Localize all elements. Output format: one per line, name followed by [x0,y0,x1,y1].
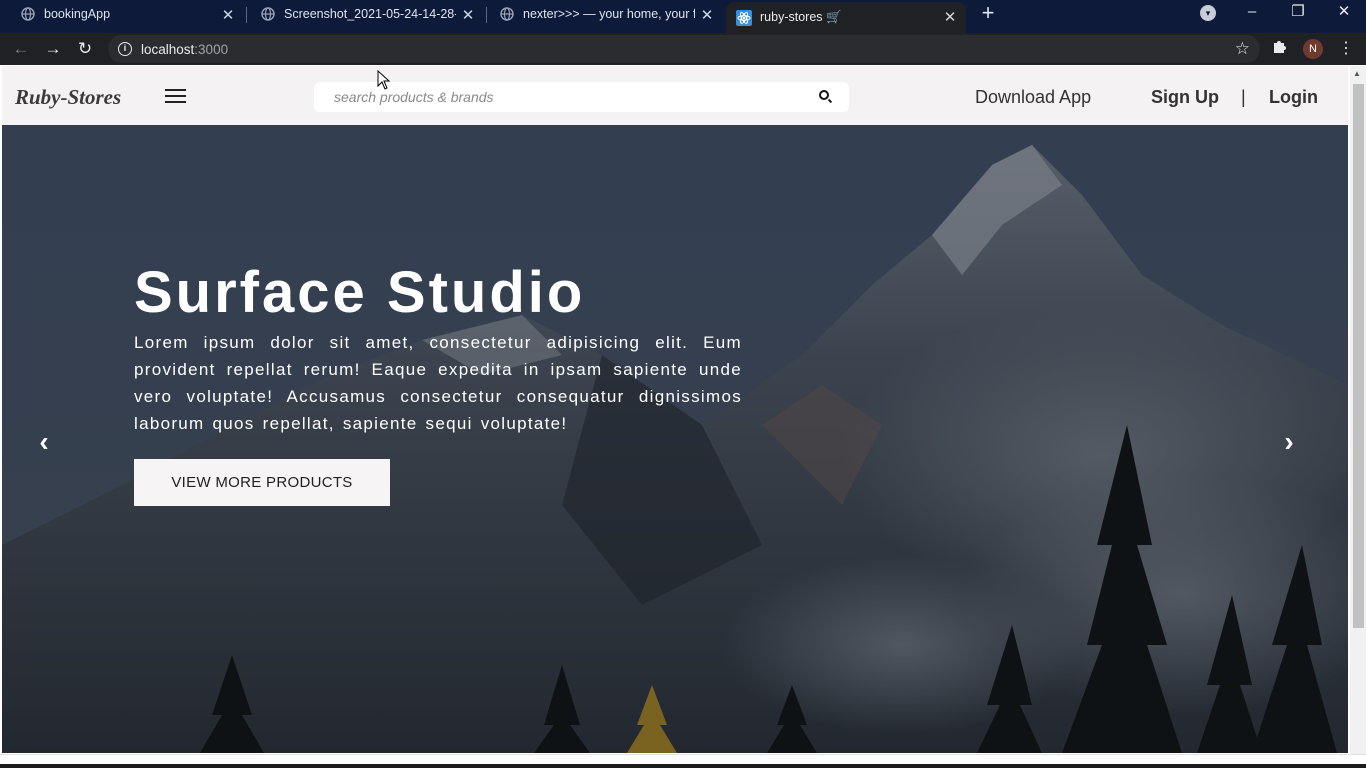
chevron-left-icon[interactable]: ‹ [32,428,56,456]
site-logo[interactable]: Ruby-Stores [15,85,121,110]
url-host: localhost [141,42,195,57]
login-link[interactable]: Login [1269,87,1318,108]
reload-icon[interactable]: ↻ [74,38,96,60]
search-box [314,82,849,112]
window-bottom-edge [0,764,1366,768]
scrollbar-thumb[interactable] [1353,84,1364,628]
close-tab-icon[interactable]: ✕ [942,8,958,26]
forward-icon[interactable]: → [42,38,64,60]
tab-search-icon[interactable]: ▾ [1200,5,1216,21]
tab-title: nexter>>> — your home, your fr [523,7,695,21]
tab-title: Screenshot_2021-05-24-14-28-3 [284,7,456,21]
hero-title: Surface Studio [134,260,586,325]
scroll-up-arrow-icon[interactable]: ▲ [1353,69,1361,78]
hero-carousel: Surface Studio Lorem ipsum dolor sit ame… [2,125,1348,753]
address-bar[interactable]: i localhost:3000 ☆ [108,35,1260,63]
mouse-cursor-icon [377,70,391,90]
view-more-products-button[interactable]: VIEW MORE PRODUCTS [134,459,390,506]
site-header: Ruby-Stores Download App Sign Up | Login [2,66,1348,125]
extensions-puzzle-icon[interactable] [1271,38,1289,58]
mountain-background-image [2,125,1348,753]
search-input[interactable] [334,88,804,106]
back-icon[interactable]: ← [10,38,32,60]
globe-icon [260,6,276,22]
bookmark-star-icon[interactable]: ☆ [1235,39,1250,59]
globe-icon [20,6,36,22]
react-icon [736,9,752,26]
close-tab-icon[interactable]: ✕ [220,6,236,24]
close-window-icon[interactable]: ✕ [1334,2,1354,22]
tab-booking-app[interactable]: bookingApp ✕ [0,0,244,28]
new-tab-icon[interactable]: + [977,2,999,24]
tab-ruby-stores[interactable]: ruby-stores 🛒 ✕ [726,2,966,33]
tab-title: bookingApp [44,7,111,21]
url-text: localhost:3000 [141,42,228,57]
hero-description: Lorem ipsum dolor sit amet, consectetur … [134,333,742,433]
globe-icon [499,6,515,22]
minimize-icon[interactable]: – [1242,2,1262,22]
search-icon[interactable] [819,90,829,100]
chevron-right-icon[interactable]: › [1277,428,1301,456]
tab-nexter[interactable]: nexter>>> — your home, your fr ✕ [479,0,723,28]
close-tab-icon[interactable]: ✕ [460,6,476,24]
info-icon[interactable]: i [118,42,132,56]
tab-screenshot[interactable]: Screenshot_2021-05-24-14-28-3 ✕ [240,0,484,28]
profile-avatar[interactable]: N [1303,39,1323,59]
browser-toolbar: ← → ↻ i localhost:3000 ☆ [0,33,1366,65]
tab-title: ruby-stores 🛒 [760,10,842,24]
web-page: Ruby-Stores Download App Sign Up | Login [0,66,1366,768]
download-app-link[interactable]: Download App [975,87,1091,108]
nav-separator: | [1241,87,1246,107]
hamburger-menu-icon[interactable] [165,89,186,103]
restore-icon[interactable]: ❐ [1288,2,1308,22]
browser-menu-icon[interactable]: ⋮ [1338,38,1354,58]
close-tab-icon[interactable]: ✕ [699,6,715,24]
url-port: :3000 [194,42,229,57]
browser-tab-bar: bookingApp ✕ Screenshot_2021-05-24-14-28… [0,0,1366,33]
sign-up-link[interactable]: Sign Up [1151,87,1219,108]
